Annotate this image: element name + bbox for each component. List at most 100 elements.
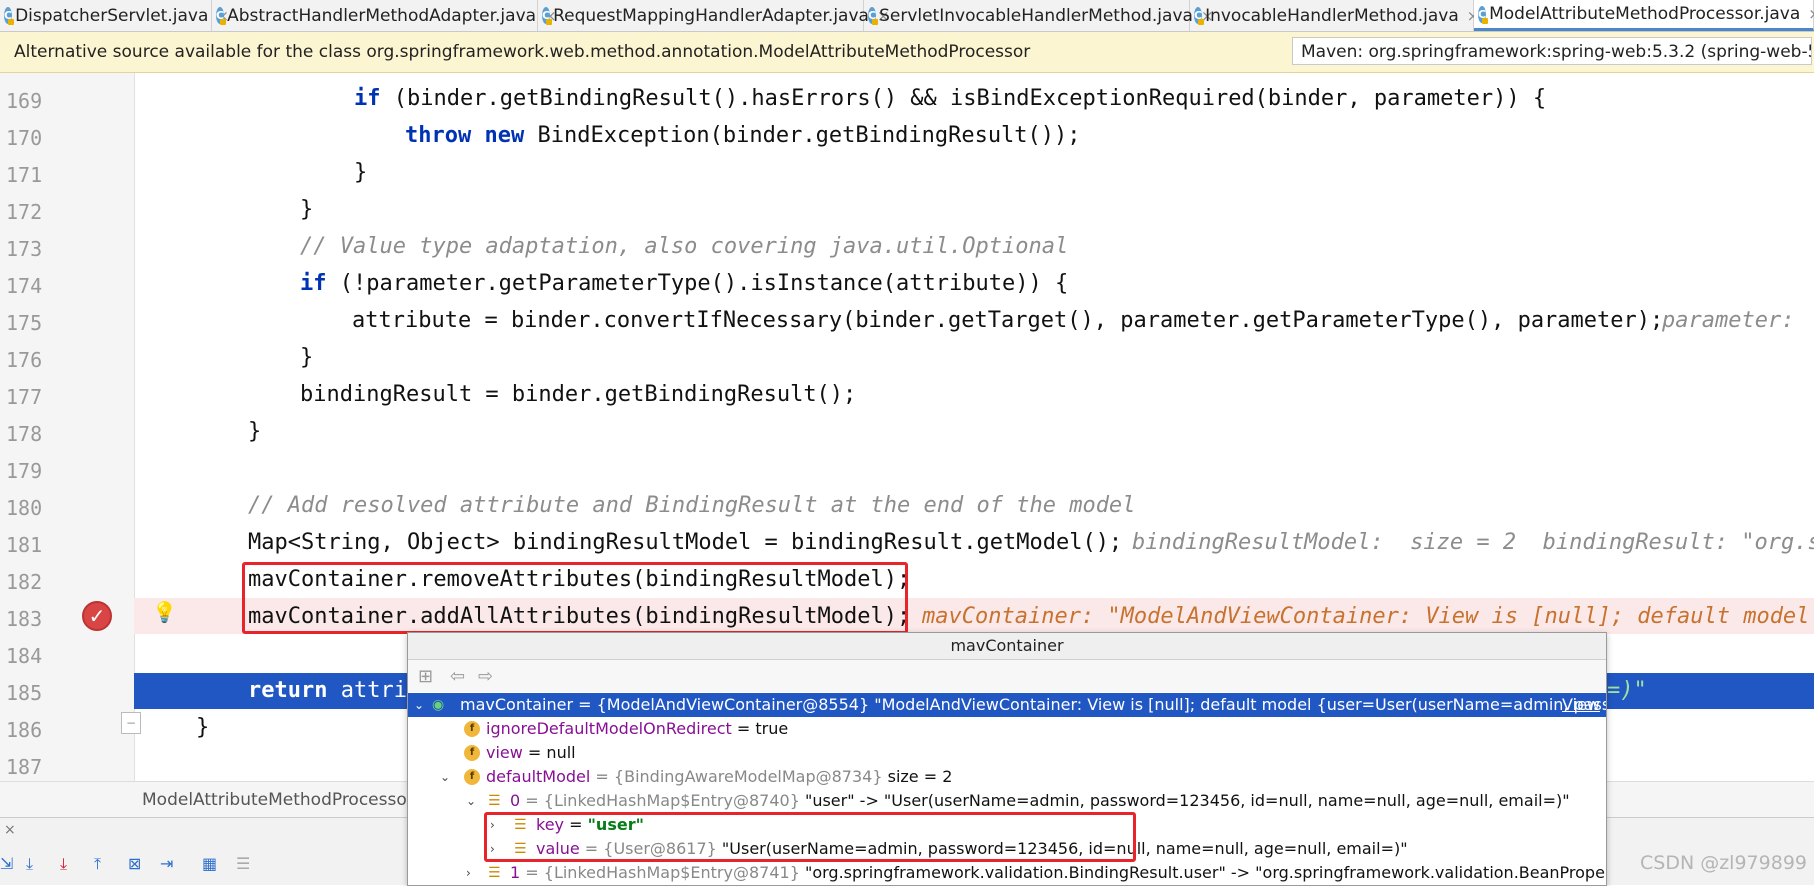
field-icon: f (464, 745, 480, 761)
step-over-icon[interactable]: ⇲ (0, 854, 22, 873)
trace-stream-icon[interactable]: ☰ (236, 854, 258, 873)
chevron-down-icon[interactable]: ⌄ (414, 693, 424, 717)
entry-type: = {LinkedHashMap$Entry@8740} (520, 791, 800, 810)
code-line-176[interactable]: } (300, 345, 313, 370)
code-text: attri (327, 678, 407, 703)
variable-value: = {ModelAndViewContainer@8554} "ModelAnd… (573, 695, 1607, 714)
drop-frame-icon[interactable]: ⊠ (128, 854, 150, 873)
field-type: = {BindingAwareModelMap@8734} (590, 767, 883, 786)
class-icon: C (4, 7, 15, 25)
editor-tab-bar: C DispatcherServlet.java × C AbstractHan… (0, 0, 1814, 32)
breakpoint-icon[interactable]: ✓ (82, 601, 112, 631)
tab-label: AbstractHandlerMethodAdapter.java (227, 5, 537, 26)
code-text: BindException(binder.getBindingResult())… (524, 123, 1081, 148)
line-number: 175 (6, 311, 43, 335)
line-number: 185 (6, 681, 43, 705)
close-icon[interactable]: × (1808, 5, 1814, 23)
entry-index: 1 (510, 863, 521, 882)
field-value: = null (522, 743, 576, 762)
notice-message: Alternative source available for the cla… (14, 42, 1031, 62)
inline-debug-value: bindingResultModel: size = 2 bindingResu… (1132, 530, 1814, 555)
tab-label: InvocableHandlerMethod.java (1205, 5, 1459, 26)
entry-value: "user" -> "User(userName=admin, password… (799, 791, 1570, 810)
code-line-169[interactable]: if (binder.getBindingResult().hasErrors(… (354, 86, 1546, 111)
variable-inspector-popup[interactable]: mavContainer ⊞ ⇦ ⇨ ⌄ ◉ mavContainer = {M… (407, 632, 1607, 886)
evaluate-expression-icon[interactable]: ▦ (202, 854, 224, 873)
tab-label: RequestMappingHandlerAdapter.java (553, 5, 869, 26)
tree-row-entry[interactable]: ⌄ ☰ 0 = {LinkedHashMap$Entry@8740} "user… (408, 789, 1606, 813)
tab-invocablehandlermethod[interactable]: C InvocableHandlerMethod.java × (1190, 0, 1479, 31)
forward-arrow-icon[interactable]: ⇨ (478, 666, 493, 687)
code-text: (binder.getBindingResult().hasErrors() &… (380, 86, 1547, 111)
force-step-into-icon[interactable]: ⤓ (60, 854, 82, 873)
tab-modelattributemethodprocessor[interactable]: C ModelAttributeMethodProcessor.java × (1474, 0, 1814, 31)
entry-type: = {LinkedHashMap$Entry@8741} (520, 863, 800, 882)
step-into-icon[interactable]: ⤓ (26, 854, 48, 873)
tree-row-field[interactable]: f view = null (408, 741, 1606, 765)
code-line-174[interactable]: if (!parameter.getParameterType().isInst… (300, 271, 1068, 296)
map-entry-icon: ☰ (488, 793, 501, 809)
tree-row-mavcontainer[interactable]: ⌄ ◉ mavContainer = {ModelAndViewContaine… (408, 693, 1606, 717)
tab-label: DispatcherServlet.java (15, 5, 209, 26)
navigate-icon[interactable]: ⊞ (418, 666, 433, 687)
chevron-down-icon[interactable]: ⌄ (466, 789, 476, 813)
code-line-185[interactable]: return attri (248, 678, 407, 703)
tab-abstracthandlermethodadapter[interactable]: C AbstractHandlerMethodAdapter.java × (212, 0, 557, 31)
field-value: size = 2 (882, 767, 953, 786)
code-line-172[interactable]: } (300, 197, 313, 222)
tab-requestmappinghandleradapter[interactable]: C RequestMappingHandlerAdapter.java × (538, 0, 890, 31)
tab-label: ServletInvocableHandlerMethod.java (879, 5, 1193, 26)
variable-icon: ◉ (432, 697, 445, 713)
line-number: 177 (6, 385, 43, 409)
map-entry-icon: ☰ (488, 865, 501, 881)
annotation-highlight-box (242, 562, 908, 634)
field-icon: f (464, 721, 480, 737)
code-line-170[interactable]: throw new BindException(binder.getBindin… (405, 123, 1081, 148)
line-number: 176 (6, 348, 43, 372)
line-number: 184 (6, 644, 43, 668)
tab-servletinvocablehandlermethod[interactable]: C ServletInvocableHandlerMethod.java × (864, 0, 1214, 31)
line-number: 169 (6, 89, 43, 113)
step-out-icon[interactable]: ⤒ (94, 854, 116, 873)
code-line-175[interactable]: attribute = binder.convertIfNecessary(bi… (352, 308, 1663, 333)
back-arrow-icon[interactable]: ⇦ (450, 666, 465, 687)
run-to-cursor-icon[interactable]: ⇥ (160, 854, 182, 873)
code-line-178[interactable]: } (248, 419, 261, 444)
code-line-180[interactable]: // Add resolved attribute and BindingRes… (248, 493, 1135, 518)
close-icon[interactable]: × (4, 822, 16, 838)
code-text: (!parameter.getParameterType().isInstanc… (326, 271, 1069, 296)
alternative-source-notice: Alternative source available for the cla… (0, 32, 1814, 73)
line-number-gutter[interactable]: 169 170 171 172 173 174 175 176 177 178 … (0, 73, 135, 781)
tab-dispatcherservlet[interactable]: C DispatcherServlet.java × (0, 0, 229, 31)
code-line-173[interactable]: // Value type adaptation, also covering … (300, 234, 1068, 259)
fold-icon[interactable]: − (121, 712, 141, 734)
inline-debug-value: mavContainer: "ModelAndViewContainer: Vi… (922, 604, 1810, 629)
field-name: view (486, 743, 523, 762)
class-icon: C (868, 7, 879, 25)
keyword: throw (405, 123, 472, 148)
class-icon: C (542, 7, 553, 25)
code-line-171[interactable]: } (354, 160, 367, 185)
breadcrumb-item[interactable]: ModelAttributeMethodProcessor › (142, 790, 426, 810)
line-number: 179 (6, 459, 43, 483)
tree-row-entry[interactable]: › ☰ 1 = {LinkedHashMap$Entry@8741} "org.… (408, 861, 1606, 885)
tree-row-field[interactable]: ⌄ f defaultModel = {BindingAwareModelMap… (408, 765, 1606, 789)
lightbulb-icon[interactable]: 💡 (152, 600, 177, 624)
line-number: 183 (6, 607, 43, 631)
code-line-177[interactable]: bindingResult = binder.getBindingResult(… (300, 382, 856, 407)
line-number: 181 (6, 533, 43, 557)
chevron-down-icon[interactable]: ⌄ (440, 765, 450, 789)
code-line-181[interactable]: Map<String, Object> bindingResultModel =… (248, 530, 1122, 555)
tree-row-field[interactable]: f ignoreDefaultModelOnRedirect = true (408, 717, 1606, 741)
variable-name: mavContainer (460, 695, 574, 714)
inline-debug-value: =)" (1607, 678, 1647, 703)
popup-toolbar: ⊞ ⇦ ⇨ (408, 660, 1606, 692)
keyword: if (354, 86, 381, 111)
chevron-right-icon[interactable]: › (466, 861, 471, 885)
field-name: ignoreDefaultModelOnRedirect (486, 719, 732, 738)
code-line-186[interactable]: } (196, 715, 209, 740)
maven-source-select[interactable]: Maven: org.springframework:spring-web:5.… (1292, 37, 1812, 65)
line-number: 174 (6, 274, 43, 298)
watermark: CSDN @zl979899 (1640, 852, 1807, 874)
view-link[interactable]: View (1562, 693, 1600, 717)
